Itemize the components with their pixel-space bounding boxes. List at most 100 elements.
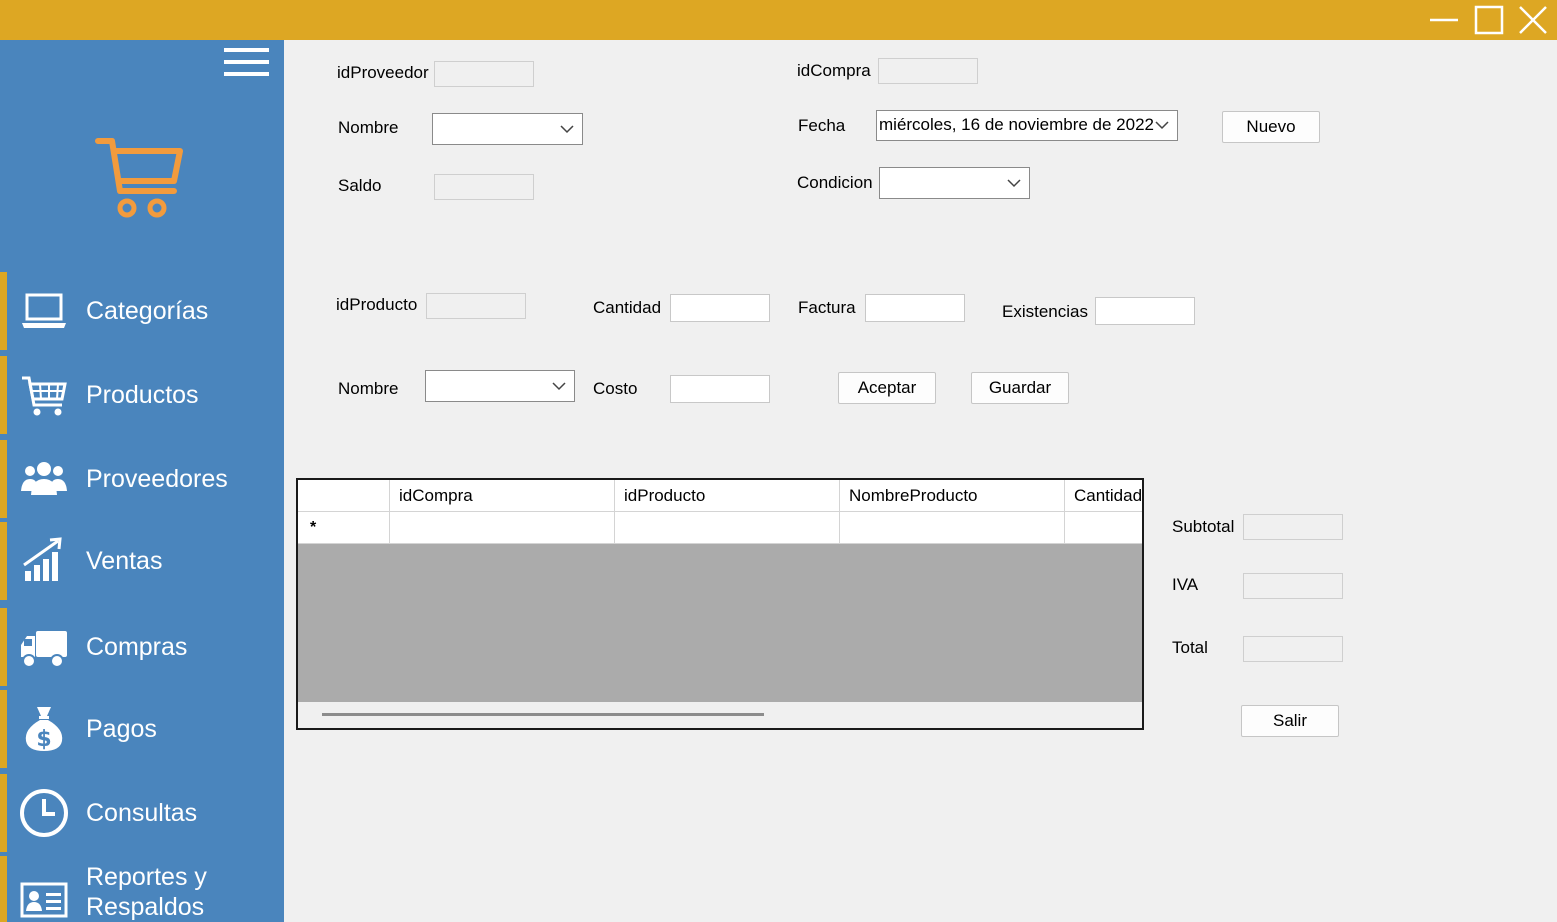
- saldo-label: Saldo: [338, 176, 382, 195]
- horizontal-scrollbar[interactable]: [298, 702, 1142, 728]
- scrollbar-thumb[interactable]: [322, 713, 764, 716]
- idcompra-label: idCompra: [797, 61, 871, 80]
- existencias-input[interactable]: [1095, 297, 1195, 325]
- idcompra-field[interactable]: [878, 58, 978, 84]
- nav-accent: [0, 690, 7, 768]
- column-header-idcompra[interactable]: idCompra: [390, 480, 615, 512]
- column-header-nombreproducto[interactable]: NombreProducto: [840, 480, 1065, 512]
- idproducto-label: idProducto: [336, 295, 418, 314]
- sidebar-item-label: Reportes y Respaldos: [86, 862, 207, 922]
- chevron-down-icon: [1007, 179, 1021, 188]
- sidebar-item-categorias[interactable]: Categorías: [0, 272, 284, 350]
- condicion-combobox[interactable]: [879, 167, 1030, 199]
- shopping-cart-icon: [95, 138, 183, 218]
- sidebar-item-proveedores[interactable]: Proveedores: [0, 440, 284, 518]
- grid-cell[interactable]: [1065, 512, 1142, 544]
- total-field[interactable]: [1243, 636, 1343, 662]
- existencias-label: Existencias: [1002, 302, 1088, 321]
- nombre-proveedor-label: Nombre: [338, 118, 399, 137]
- chart-icon: [23, 537, 62, 581]
- factura-label: Factura: [798, 298, 856, 317]
- sidebar-item-label-line2: Respaldos: [86, 893, 205, 921]
- nombre-proveedor-combobox[interactable]: [432, 113, 583, 145]
- sidebar-item-label: Categorías: [86, 297, 209, 325]
- sidebar-item-label: Compras: [86, 633, 188, 661]
- title-bar: [0, 0, 1557, 40]
- sidebar-item-consultas[interactable]: Consultas: [0, 774, 284, 852]
- cantidad-label: Cantidad: [593, 298, 662, 317]
- subtotal-field[interactable]: [1243, 514, 1343, 540]
- id-card-icon: [20, 882, 68, 918]
- minimize-button[interactable]: [1422, 0, 1466, 40]
- column-header-cantidad[interactable]: Cantidad: [1065, 480, 1142, 512]
- sidebar-item-label-line1: Reportes y: [86, 863, 207, 891]
- idproveedor-field[interactable]: [434, 61, 534, 87]
- maximize-button[interactable]: [1467, 0, 1511, 40]
- svg-text:$: $: [36, 727, 51, 752]
- sidebar-item-label: Proveedores: [86, 465, 228, 493]
- sidebar-item-compras[interactable]: Compras: [0, 608, 284, 686]
- nombre-producto-label: Nombre: [338, 379, 399, 398]
- new-row-marker: *: [310, 519, 317, 536]
- nuevo-button[interactable]: Nuevo: [1222, 111, 1320, 143]
- iva-label: IVA: [1172, 575, 1199, 594]
- grid-corner-header: [298, 480, 390, 512]
- fecha-datepicker[interactable]: miércoles, 16 de noviembre de 2022: [876, 110, 1178, 141]
- purchase-detail-grid[interactable]: idCompra idProducto NombreProducto Canti…: [296, 478, 1144, 730]
- chevron-down-icon: [560, 125, 574, 134]
- nav-accent: [0, 608, 7, 686]
- chevron-down-icon: [552, 382, 566, 391]
- sidebar-item-reportes[interactable]: Reportes y Respaldos: [0, 856, 284, 922]
- clock-icon: [20, 789, 68, 837]
- sidebar-item-ventas[interactable]: Ventas: [0, 522, 284, 600]
- close-button[interactable]: [1511, 0, 1555, 40]
- truck-icon: [21, 631, 67, 668]
- nav-accent: [0, 440, 7, 518]
- nombre-producto-combobox[interactable]: [425, 370, 575, 402]
- logo: [94, 135, 186, 221]
- costo-input[interactable]: [670, 375, 770, 403]
- idproducto-field[interactable]: [426, 293, 526, 319]
- sidebar-item-label: Ventas: [86, 547, 163, 575]
- total-label: Total: [1172, 638, 1208, 657]
- users-icon: [21, 462, 67, 495]
- maximize-icon: [1474, 5, 1504, 35]
- fecha-label: Fecha: [798, 116, 846, 135]
- nav-accent: [0, 774, 7, 852]
- sidebar: Categorías Productos Proveedores Ventas …: [0, 40, 284, 922]
- cantidad-input[interactable]: [670, 294, 770, 322]
- saldo-field[interactable]: [434, 174, 534, 200]
- grid-cell[interactable]: [390, 512, 615, 544]
- menu-toggle-button[interactable]: [224, 48, 269, 78]
- grid-cell[interactable]: [615, 512, 840, 544]
- salir-button[interactable]: Salir: [1241, 705, 1339, 737]
- column-header-idproducto[interactable]: idProducto: [615, 480, 840, 512]
- minimize-icon: [1430, 18, 1458, 22]
- nav-accent: [0, 856, 7, 922]
- cart-icon: [22, 376, 67, 416]
- sidebar-item-pagos[interactable]: $ Pagos: [0, 690, 284, 768]
- chevron-down-icon: [1155, 121, 1169, 130]
- nav-accent: [0, 356, 7, 434]
- idproveedor-label: idProveedor: [337, 63, 429, 82]
- money-bag-icon: $: [25, 707, 63, 752]
- factura-input[interactable]: [865, 294, 965, 322]
- guardar-button[interactable]: Guardar: [971, 372, 1069, 404]
- sidebar-item-label: Consultas: [86, 799, 198, 827]
- fecha-value: miércoles, 16 de noviembre de 2022: [879, 115, 1154, 134]
- nav-accent: [0, 522, 7, 600]
- grid-cell[interactable]: [840, 512, 1065, 544]
- close-icon: [1519, 6, 1547, 34]
- sidebar-item-productos[interactable]: Productos: [0, 356, 284, 434]
- laptop-icon: [22, 293, 66, 328]
- condicion-label: Condicion: [797, 173, 873, 192]
- sidebar-item-label: Pagos: [86, 715, 157, 743]
- nav-accent: [0, 272, 7, 350]
- aceptar-button[interactable]: Aceptar: [838, 372, 936, 404]
- iva-field[interactable]: [1243, 573, 1343, 599]
- costo-label: Costo: [593, 379, 638, 398]
- row-header-new[interactable]: *: [298, 512, 390, 544]
- hamburger-icon: [224, 48, 269, 76]
- subtotal-label: Subtotal: [1172, 517, 1235, 536]
- sidebar-item-label: Productos: [86, 381, 199, 409]
